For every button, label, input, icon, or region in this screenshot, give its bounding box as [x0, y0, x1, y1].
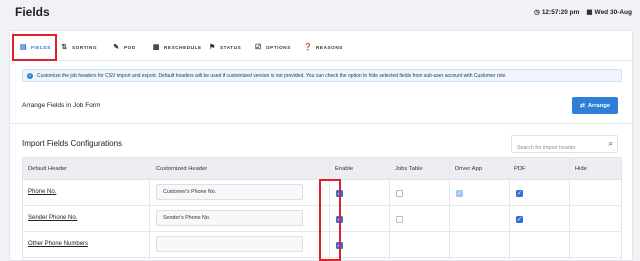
top-bar: Fields ◷ 12:57:20 pm ▦ Wed 30-Aug [0, 0, 640, 27]
arrange-button[interactable]: ⇄ Arrange [572, 97, 618, 114]
help-icon: ❓ [303, 43, 314, 51]
pdf-checkbox[interactable]: ✓ [516, 190, 523, 197]
th-default-header: Default Header [28, 166, 67, 172]
pdf-checkbox[interactable]: ✓ [516, 216, 523, 223]
info-text: Customize the job headers for CSV import… [37, 72, 507, 79]
arrange-icon: ⇄ [579, 102, 585, 109]
tab-sorting[interactable]: ⇅ SORTING [61, 42, 97, 52]
jobs-table-checkbox[interactable] [396, 190, 403, 197]
tab-reasons[interactable]: ❓ REASONS [303, 42, 343, 52]
tab-reschedule[interactable]: ▦ RESCHEDULE [153, 42, 202, 52]
clock: ◷ 12:57:20 pm ▦ Wed 30-Aug [534, 8, 632, 16]
th-hide: Hide [575, 166, 587, 172]
info-banner: i Customize the job headers for CSV impo… [22, 69, 622, 82]
tab-options[interactable]: ☑ OPTIONS [255, 42, 291, 52]
default-header-label: Sender Phone No. [28, 215, 78, 221]
page-title: Fields [15, 5, 50, 19]
jobs-table-checkbox[interactable] [396, 216, 403, 223]
default-header-label: Phone No. [28, 189, 57, 195]
enable-column-highlight-box [319, 179, 341, 261]
th-jobs-table: Jobs Table [395, 166, 423, 172]
calendar-icon: ▦ [586, 9, 593, 16]
tab-pod[interactable]: ✎ POD [113, 42, 136, 52]
import-section-title: Import Fields Configurations [22, 139, 123, 148]
calendar-icon: ▦ [152, 43, 161, 51]
edit-icon: ✎ [113, 43, 120, 51]
import-search-input[interactable] [512, 140, 600, 156]
import-search: ⌕ [511, 135, 618, 156]
info-icon: i [27, 72, 33, 79]
flag-icon: ⚑ [209, 43, 216, 51]
customized-header-input[interactable]: Customer's Phone No. [156, 184, 303, 200]
checkbox-icon: ☑ [255, 43, 262, 51]
date-display: ▦ Wed 30-Aug [586, 9, 632, 16]
th-customized-header: Customized Header [156, 166, 208, 172]
sort-icon: ⇅ [61, 43, 68, 51]
tab-status[interactable]: ⚑ STATUS [209, 42, 241, 52]
time-display: ◷ 12:57:20 pm [534, 9, 580, 16]
section-divider [10, 123, 632, 124]
th-enable: Enable [335, 166, 354, 172]
clock-icon: ◷ [534, 9, 540, 16]
customized-header-input[interactable] [156, 236, 303, 252]
default-header-label: Other Phone Numbers [28, 241, 89, 247]
driver-app-checkbox: ✓ [456, 190, 463, 197]
th-driver-app: Driver App [455, 166, 483, 172]
tab-highlight-box [12, 34, 57, 61]
table-header: Default Header Customized Header Enable … [23, 158, 621, 180]
customized-header-input[interactable]: Sender's Phone No. [156, 210, 303, 226]
tab-bar: ▤ FIELDS ⇅ SORTING ✎ POD ▦ RESCHEDULE ⚑ … [10, 31, 632, 61]
arrange-label: Arrange Fields in Job Form [22, 102, 101, 109]
search-icon[interactable]: ⌕ [609, 139, 613, 149]
th-pdf: PDF [514, 166, 526, 172]
